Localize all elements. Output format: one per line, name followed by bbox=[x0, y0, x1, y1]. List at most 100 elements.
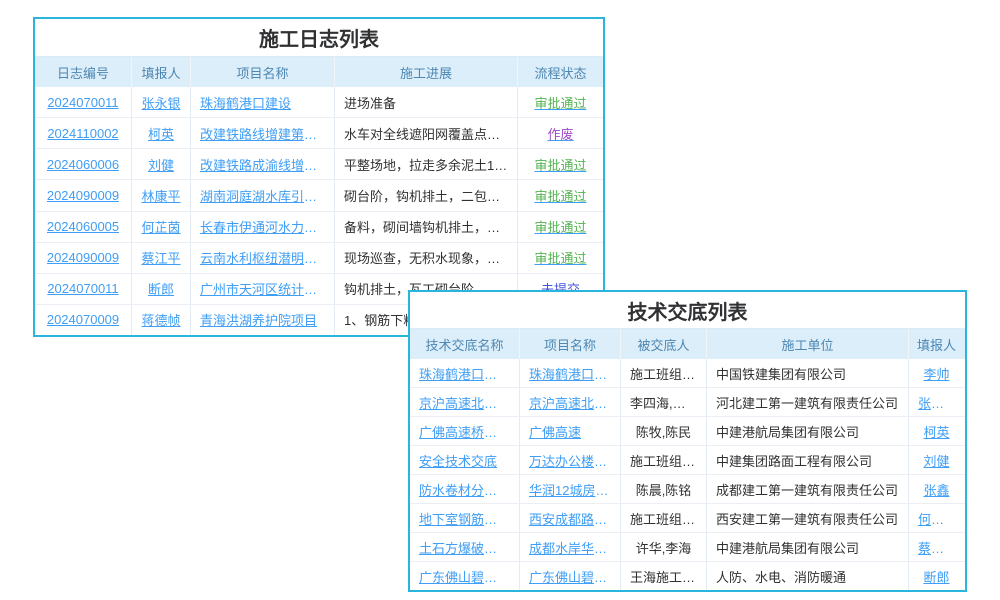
project-link[interactable]: 珠海鹤港口建设 bbox=[520, 359, 621, 387]
unit-value: 河北建工第一建筑有限责任公司 bbox=[716, 393, 898, 412]
reporter-link[interactable]: 刘健 bbox=[132, 149, 191, 179]
disclosure-name-text: 珠海鹤港口建设抗浮... bbox=[419, 364, 510, 383]
reporter-link[interactable]: 柯英 bbox=[132, 118, 191, 148]
reporter-link[interactable]: 林康平 bbox=[132, 180, 191, 210]
status-text: 审批通过 bbox=[534, 248, 586, 267]
status-link[interactable]: 审批通过 bbox=[518, 212, 603, 242]
table-row: 2024110002 柯英 改建铁路线增建第二线直... 水车对全线遮阳网覆盖点… bbox=[35, 118, 603, 149]
reporter-link[interactable]: 蔡江平 bbox=[909, 533, 964, 561]
reporter-link[interactable]: 何芷茵 bbox=[909, 504, 964, 532]
reporter-text: 断郎 bbox=[148, 279, 174, 298]
reporter-link[interactable]: 断郎 bbox=[909, 562, 964, 590]
unit-value: 中建集团路面工程有限公司 bbox=[716, 451, 872, 470]
reporter-link[interactable]: 蒋德帧 bbox=[132, 305, 191, 335]
col-header-log-id: 日志编号 bbox=[35, 57, 132, 87]
recipient-text: 陈牧,陈民 bbox=[621, 417, 707, 445]
project-text: 青海洪湖养护院项目 bbox=[200, 310, 317, 329]
status-text: 审批通过 bbox=[534, 186, 586, 205]
table-row: 2024090009 蔡江平 云南水利枢纽潜明水库一... 现场巡查，无积水现象… bbox=[35, 243, 603, 274]
log-id-link[interactable]: 2024090009 bbox=[35, 243, 132, 273]
log-id-link[interactable]: 2024070011 bbox=[35, 87, 132, 117]
reporter-link[interactable]: 张永银 bbox=[132, 87, 191, 117]
log-id-link[interactable]: 2024060005 bbox=[35, 212, 132, 242]
recipient-text: 许华,李海 bbox=[621, 533, 707, 561]
reporter-link[interactable]: 柯英 bbox=[909, 417, 964, 445]
disclosure-name-link[interactable]: 广东佛山碧桂园项目... bbox=[410, 562, 520, 590]
progress-text: 水车对全线遮阳网覆盖点进行... bbox=[335, 118, 518, 148]
disclosure-name-link[interactable]: 地下室钢筋分项工程... bbox=[410, 504, 520, 532]
reporter-link[interactable]: 张鑫 bbox=[909, 475, 964, 503]
recipient-value: 李四海,陈浩 bbox=[630, 393, 697, 412]
table-row: 2024070011 张永银 珠海鹤港口建设 进场准备 审批通过 bbox=[35, 87, 603, 118]
reporter-text: 蒋德帧 bbox=[141, 310, 180, 329]
log-id-link[interactable]: 2024060006 bbox=[35, 149, 132, 179]
project-link[interactable]: 京沪高速北京段维修 bbox=[520, 388, 621, 416]
reporter-link[interactable]: 张永银 bbox=[909, 388, 964, 416]
progress-text: 砌台阶，钩机排土，二包砌间... bbox=[335, 180, 518, 210]
reporter-link[interactable]: 蔡江平 bbox=[132, 243, 191, 273]
project-text: 广州市天河区统计局机房... bbox=[200, 279, 325, 298]
reporter-link[interactable]: 断郎 bbox=[132, 274, 191, 304]
status-link[interactable]: 审批通过 bbox=[518, 87, 603, 117]
construction-log-panel: 施工日志列表 日志编号 填报人 项目名称 施工进展 流程状态 202407001… bbox=[33, 17, 605, 337]
project-link[interactable]: 华润12城房建工... bbox=[520, 475, 621, 503]
project-link[interactable]: 云南水利枢纽潜明水库一... bbox=[191, 243, 335, 273]
status-link[interactable]: 审批通过 bbox=[518, 149, 603, 179]
project-link[interactable]: 广佛高速 bbox=[520, 417, 621, 445]
reporter-link[interactable]: 李帅 bbox=[909, 359, 964, 387]
disclosure-name-link[interactable]: 珠海鹤港口建设抗浮... bbox=[410, 359, 520, 387]
reporter-text: 柯英 bbox=[148, 124, 174, 143]
disclosure-name-link[interactable]: 广佛高速桥梁承台施... bbox=[410, 417, 520, 445]
log-id-text: 2024090009 bbox=[47, 188, 119, 203]
unit-text: 人防、水电、消防暖通 bbox=[707, 562, 909, 590]
project-link[interactable]: 长春市伊通河水力发电厂... bbox=[191, 212, 335, 242]
log-id-link[interactable]: 2024110002 bbox=[35, 118, 132, 148]
reporter-link[interactable]: 何芷茵 bbox=[132, 212, 191, 242]
log-id-link[interactable]: 2024070009 bbox=[35, 305, 132, 335]
table-row: 广东佛山碧桂园项目... 广东佛山碧桂园项目 王海施工队全队 人防、水电、消防暖… bbox=[410, 562, 965, 590]
progress-value: 砌台阶，钩机排土，二包砌间... bbox=[344, 186, 508, 205]
log-id-text: 2024060005 bbox=[47, 219, 119, 234]
disclosure-name-text: 土石方爆破分项工程... bbox=[419, 538, 510, 557]
unit-text: 西安建工第一建筑有限责任公司 bbox=[707, 504, 909, 532]
project-link[interactable]: 广州市天河区统计局机房... bbox=[191, 274, 335, 304]
unit-text: 中建港航局集团有限公司 bbox=[707, 417, 909, 445]
project-link[interactable]: 西安成都路龙湖上... bbox=[520, 504, 621, 532]
unit-value: 西安建工第一建筑有限责任公司 bbox=[716, 509, 898, 528]
progress-text: 现场巡查，无积水现象，水马... bbox=[335, 243, 518, 273]
recipient-value: 陈牧,陈民 bbox=[636, 422, 692, 441]
project-link[interactable]: 广东佛山碧桂园项目 bbox=[520, 562, 621, 590]
tech-disclosure-body: 珠海鹤港口建设抗浮... 珠海鹤港口建设 施工班组带班... 中国铁建集团有限公… bbox=[410, 359, 965, 590]
log-id-link[interactable]: 2024090009 bbox=[35, 180, 132, 210]
disclosure-name-text: 防水卷材分项工程施... bbox=[419, 480, 510, 499]
project-text: 改建铁路线增建第二线直... bbox=[200, 124, 325, 143]
project-link[interactable]: 成都水岸华庭名苑... bbox=[520, 533, 621, 561]
recipient-value: 王海施工队全队 bbox=[630, 567, 697, 586]
project-link[interactable]: 改建铁路线增建第二线直... bbox=[191, 118, 335, 148]
project-link[interactable]: 青海洪湖养护院项目 bbox=[191, 305, 335, 335]
log-id-text: 2024090009 bbox=[47, 250, 119, 265]
disclosure-name-link[interactable]: 安全技术交底 bbox=[410, 446, 520, 474]
status-link[interactable]: 审批通过 bbox=[518, 180, 603, 210]
unit-text: 中建港航局集团有限公司 bbox=[707, 533, 909, 561]
status-link[interactable]: 审批通过 bbox=[518, 243, 603, 273]
project-link[interactable]: 万达办公楼左侧A... bbox=[520, 446, 621, 474]
disclosure-name-link[interactable]: 防水卷材分项工程施... bbox=[410, 475, 520, 503]
progress-value: 现场巡查，无积水现象，水马... bbox=[344, 248, 508, 267]
table-row: 2024090009 林康平 湖南洞庭湖水库引水工程... 砌台阶，钩机排土，二… bbox=[35, 180, 603, 211]
project-link[interactable]: 改建铁路成渝线增建第二... bbox=[191, 149, 335, 179]
project-link[interactable]: 珠海鹤港口建设 bbox=[191, 87, 335, 117]
unit-text: 河北建工第一建筑有限责任公司 bbox=[707, 388, 909, 416]
project-text: 万达办公楼左侧A... bbox=[529, 451, 611, 470]
table-row: 广佛高速桥梁承台施... 广佛高速 陈牧,陈民 中建港航局集团有限公司 柯英 bbox=[410, 417, 965, 446]
project-link[interactable]: 湖南洞庭湖水库引水工程... bbox=[191, 180, 335, 210]
disclosure-name-link[interactable]: 京沪高速北京段维修... bbox=[410, 388, 520, 416]
reporter-text: 柯英 bbox=[923, 422, 949, 441]
log-id-link[interactable]: 2024070011 bbox=[35, 274, 132, 304]
status-link[interactable]: 作废 bbox=[518, 118, 603, 148]
recipient-text: 施工班组带班... bbox=[621, 446, 707, 474]
log-id-text: 2024070011 bbox=[47, 95, 118, 110]
unit-value: 中建港航局集团有限公司 bbox=[716, 422, 859, 441]
reporter-link[interactable]: 刘健 bbox=[909, 446, 964, 474]
disclosure-name-link[interactable]: 土石方爆破分项工程... bbox=[410, 533, 520, 561]
